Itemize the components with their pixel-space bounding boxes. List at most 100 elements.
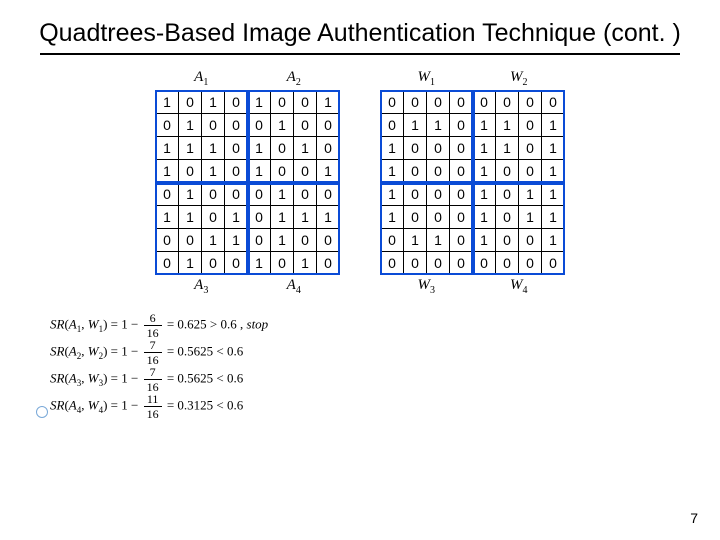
matrix-cell: 0 [496,229,519,252]
matrix-cell: 0 [404,252,427,275]
matrix-cell: 1 [202,160,225,183]
matrix-cell: 0 [381,229,404,252]
matrix-cell: 0 [156,229,179,252]
matrix-cell: 0 [156,114,179,137]
matrix-cell: 1 [427,114,450,137]
matrix-cell: 0 [317,183,340,206]
matrix-cell: 0 [248,114,271,137]
matrix-cell: 0 [450,137,473,160]
matrix-cell: 1 [542,160,565,183]
matrix-cell: 0 [381,114,404,137]
matrix-cell: 0 [156,252,179,275]
matrix-cell: 0 [271,91,294,114]
matrix-cell: 0 [427,183,450,206]
matrix-cell: 0 [404,91,427,114]
matrix-cell: 1 [317,91,340,114]
matrix-cell: 0 [225,183,248,206]
matrix-cell: 0 [496,252,519,275]
matrix-cell: 0 [248,183,271,206]
matrix-cell: 1 [317,206,340,229]
a-bot-labels: A3 A4 [155,277,340,296]
matrix-cell: 1 [381,183,404,206]
formula-row: SR(A2, W2) = 1 − 716 = 0.5625 < 0.6 [50,339,690,366]
matrix-cell: 0 [473,252,496,275]
matrix-cell: 0 [450,160,473,183]
matrix-cell: 0 [271,252,294,275]
matrix-cell: 1 [519,206,542,229]
matrix-cell: 1 [156,137,179,160]
matrix-cell: 0 [427,91,450,114]
matrix-cell: 1 [381,160,404,183]
matrix-cell: 1 [248,137,271,160]
matrix-cell: 0 [225,160,248,183]
matrix-cell: 1 [542,114,565,137]
matrix-cell: 0 [519,160,542,183]
matrix-cell: 0 [473,91,496,114]
matrix-cell: 0 [404,137,427,160]
matrix-cell: 1 [294,137,317,160]
matrix-cell: 0 [248,206,271,229]
matrix-cell: 0 [202,252,225,275]
matrix-cell: 1 [225,229,248,252]
matrix-cell: 0 [271,137,294,160]
matrix-cell: 1 [381,137,404,160]
matrix-cell: 1 [271,229,294,252]
matrix-cell: 1 [404,229,427,252]
matrix-cell: 0 [450,114,473,137]
matrix-cell: 1 [202,229,225,252]
matrix-cell: 0 [202,114,225,137]
matrix-cell: 0 [294,91,317,114]
matrix-cell: 1 [294,206,317,229]
matrix-cell: 1 [496,114,519,137]
matrix-cell: 0 [317,252,340,275]
matrix-cell: 1 [473,114,496,137]
formula-row: SR(A1, W1) = 1 − 616 = 0.625 > 0.6 , sto… [50,312,690,339]
matrix-cell: 0 [317,229,340,252]
matrix-cell: 0 [427,137,450,160]
matrix-cell: 0 [225,137,248,160]
matrix-cell: 0 [427,252,450,275]
matrix-cell: 1 [496,137,519,160]
w-top-labels: W1 W2 [380,69,565,88]
matrix-cell: 1 [542,229,565,252]
matrix-cell: 1 [202,91,225,114]
matrix-cell: 0 [450,229,473,252]
matrix-cell: 1 [542,206,565,229]
matrix-cell: 0 [519,229,542,252]
matrix-cell: 0 [179,91,202,114]
matrix-cell: 1 [202,137,225,160]
title-divider [40,53,680,55]
matrix-cell: 0 [381,91,404,114]
matrix-cell: 1 [248,91,271,114]
page-number: 7 [690,510,698,526]
matrix-cell: 1 [156,91,179,114]
matrix-cell: 0 [542,252,565,275]
matrix-cell: 0 [202,183,225,206]
matrix-cell: 0 [542,91,565,114]
matrix-cell: 1 [473,137,496,160]
matrix-cell: 1 [156,160,179,183]
matrix-cell: 1 [179,183,202,206]
matrix-cell: 0 [271,160,294,183]
matrix-w: 0000000001101101100011011000100110001011… [380,90,565,275]
matrix-cell: 1 [179,114,202,137]
matrix-cell: 1 [381,206,404,229]
matrix-cell: 0 [450,183,473,206]
a-top-labels: A1 A2 [155,69,340,88]
matrix-cell: 0 [519,114,542,137]
matrix-cell: 1 [179,206,202,229]
matrix-cell: 1 [271,183,294,206]
matrix-cell: 0 [294,160,317,183]
matrix-cell: 0 [427,206,450,229]
formula-row: SR(A3, W3) = 1 − 716 = 0.5625 < 0.6 [50,366,690,393]
matrix-cell: 0 [317,137,340,160]
matrix-cell: 1 [404,114,427,137]
matrix-cell: 1 [473,206,496,229]
matrix-cell: 1 [248,252,271,275]
matrix-cell: 0 [450,91,473,114]
matrix-cell: 1 [317,160,340,183]
matrix-cell: 0 [496,91,519,114]
matrix-cell: 1 [179,252,202,275]
matrix-w-block: W1 W2 0000000001101101100011011000100110… [380,69,565,296]
content-area: A1 A2 1010100101000100111010101010100101… [30,69,690,296]
